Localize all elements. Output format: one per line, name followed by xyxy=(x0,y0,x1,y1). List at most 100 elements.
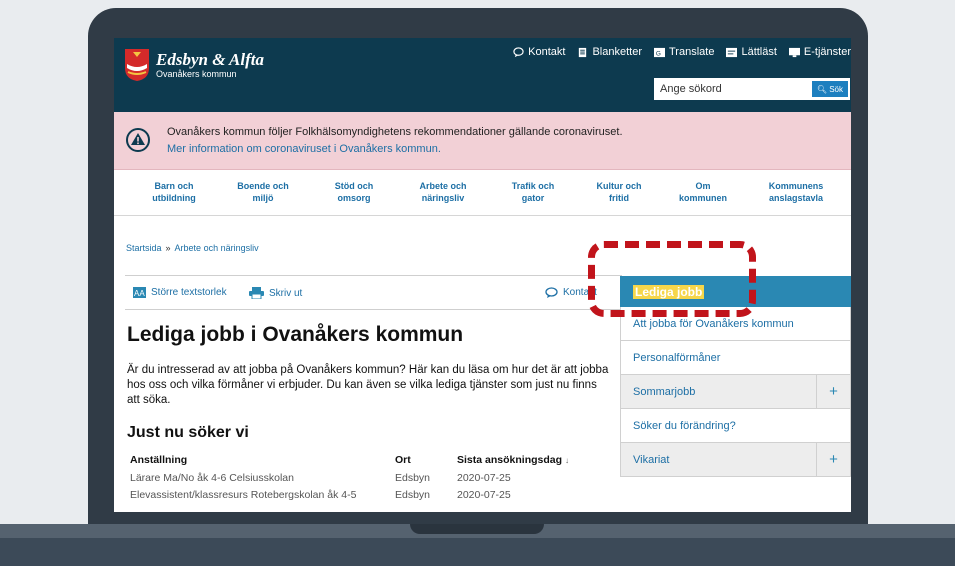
nav-line: gator xyxy=(521,193,545,203)
breadcrumb-current[interactable]: Arbete och näringsliv xyxy=(175,243,259,253)
job-title-cell[interactable]: Elevassistent/klassresurs Rotebergskolan… xyxy=(127,486,392,503)
job-location-cell: Edsbyn xyxy=(395,489,431,501)
contact-button[interactable]: Kontakt xyxy=(545,287,597,298)
printer-icon xyxy=(249,287,264,299)
logo-subtitle: Ovanåkers kommun xyxy=(156,69,237,79)
side-item-att-jobba[interactable]: Att jobba för Ovanåkers kommun xyxy=(620,307,851,341)
column-header-label: Sista ansökningsdag xyxy=(457,454,563,466)
chat-bubble-icon xyxy=(545,287,558,298)
nav-line: kommunen xyxy=(678,193,728,203)
column-header-sista-ansokningsdag[interactable]: Sista ansökningsdag ↓ xyxy=(454,452,607,469)
site-logo[interactable]: Edsbyn & Alfta Ovanåkers kommun xyxy=(124,48,264,82)
top-link-label: Kontakt xyxy=(528,46,566,58)
laptop-notch xyxy=(410,524,544,534)
corona-alert: Ovanåkers kommun följer Folkhälsomyndigh… xyxy=(114,112,851,170)
top-link-blanketter[interactable]: Blanketter xyxy=(577,46,642,58)
nav-stod-och-omsorg[interactable]: Stöd och omsorg xyxy=(335,180,374,204)
job-title-cell[interactable]: Lärare Ma/No åk 4-6 Celsiusskolan xyxy=(127,469,392,486)
side-item-lediga-jobb[interactable]: Lediga jobb xyxy=(620,276,851,307)
nav-trafik-och-gator[interactable]: Trafik och gator xyxy=(512,180,555,204)
print-button[interactable]: Skriv ut xyxy=(249,287,302,299)
svg-text:AA: AA xyxy=(134,289,145,298)
contact-label: Kontakt xyxy=(563,287,597,298)
job-location-cell: Edsbyn xyxy=(395,472,431,484)
intro-text: Är du intresserad av att jobba på Ovanåk… xyxy=(127,364,609,406)
jobs-table: Anställning Ort Sista ansökningsdag ↓ Lä… xyxy=(127,452,607,503)
larger-text-button[interactable]: AA Större textstorlek xyxy=(133,287,227,298)
side-item-label: Personalförmåner xyxy=(633,351,721,364)
side-item-label: Att jobba för Ovanåkers kommun xyxy=(633,317,794,330)
nav-barn-och-utbildning[interactable]: Barn och utbildning xyxy=(152,180,195,204)
side-menu: Lediga jobb Att jobba för Ovanåkers komm… xyxy=(620,276,851,477)
site-header: Edsbyn & Alfta Ovanåkers kommun Kontakt … xyxy=(114,38,851,112)
top-links: Kontakt Blanketter G Translate Lättläst … xyxy=(513,46,851,58)
top-link-label: Translate xyxy=(669,46,715,58)
warning-icon xyxy=(126,128,150,152)
nav-line: miljö xyxy=(252,193,274,203)
nav-line: Kommunens xyxy=(768,181,824,191)
breadcrumb-separator: » xyxy=(165,243,171,253)
side-item-vikariat[interactable]: Vikariat + xyxy=(620,443,851,477)
expand-plus-icon[interactable]: + xyxy=(816,375,850,408)
expand-plus-icon[interactable]: + xyxy=(816,443,850,476)
search-box: 🔍︎ Sök xyxy=(654,78,850,100)
svg-text:G: G xyxy=(656,50,661,57)
nav-line: Arbete och xyxy=(419,181,467,191)
side-item-personalformaner[interactable]: Personalförmåner xyxy=(620,341,851,375)
search-button-label: Sök xyxy=(829,84,843,94)
top-link-lattlast[interactable]: Lättläst xyxy=(726,46,777,58)
table-row[interactable]: Lärare Ma/No åk 4-6 Celsiusskolan Edsbyn… xyxy=(127,469,607,486)
page-tools: AA Större textstorlek Skriv ut Kontakt xyxy=(125,275,622,310)
nav-arbete-och-naringsliv[interactable]: Arbete och näringsliv xyxy=(419,180,466,204)
nav-line: näringsliv xyxy=(421,193,465,203)
nav-line: Stöd och xyxy=(334,181,374,191)
top-link-label: Lättläst xyxy=(741,46,777,58)
nav-line: Trafik och xyxy=(511,181,555,191)
breadcrumb: Startsida» Arbete och näringsliv xyxy=(126,243,259,253)
search-input[interactable] xyxy=(654,78,804,100)
alert-link[interactable]: Mer information om coronaviruset i Ovanå… xyxy=(167,143,441,155)
larger-text-label: Större textstorlek xyxy=(151,287,227,298)
document-icon xyxy=(579,47,587,57)
top-link-label: E-tjänster xyxy=(803,46,851,58)
nav-line: omsorg xyxy=(337,193,371,203)
nav-kommunens-anslagstavla[interactable]: Kommunens anslagstavla xyxy=(769,180,824,204)
nav-line: fritid xyxy=(609,193,629,203)
side-item-sommarjobb[interactable]: Sommarjobb + xyxy=(620,375,851,409)
nav-boende-och-miljo[interactable]: Boende och miljö xyxy=(237,180,289,204)
column-header-ort[interactable]: Ort xyxy=(392,452,454,469)
logo-name: Edsbyn & Alfta xyxy=(156,50,264,69)
top-link-translate[interactable]: G Translate xyxy=(654,46,714,58)
top-link-kontakt[interactable]: Kontakt xyxy=(513,46,565,58)
text-size-icon: AA xyxy=(133,287,146,298)
side-item-soker-du-forandring[interactable]: Söker du förändring? xyxy=(620,409,851,443)
nav-line: anslagstavla xyxy=(768,193,824,203)
coat-of-arms-icon xyxy=(125,49,149,81)
side-item-label: Sommarjobb xyxy=(633,385,696,398)
alert-text: Ovanåkers kommun följer Folkhälsomyndigh… xyxy=(167,126,623,138)
page-title: Lediga jobb i Ovanåkers kommun xyxy=(127,323,464,346)
easy-read-icon xyxy=(726,47,738,57)
nav-line: Barn och xyxy=(154,181,194,191)
nav-om-kommunen[interactable]: Om kommunen xyxy=(679,180,727,204)
column-header-anstallning[interactable]: Anställning xyxy=(127,452,392,469)
top-link-etjanster[interactable]: E-tjänster xyxy=(788,46,851,58)
nav-line: utbildning xyxy=(152,193,196,203)
job-deadline-cell: 2020-07-25 xyxy=(457,472,511,484)
jobs-subheading: Just nu söker vi xyxy=(127,424,249,441)
sort-arrow-icon: ↓ xyxy=(564,456,569,465)
breadcrumb-home[interactable]: Startsida xyxy=(126,243,162,253)
chat-bubble-icon xyxy=(513,46,524,57)
nav-kultur-och-fritid[interactable]: Kultur och fritid xyxy=(597,180,642,204)
print-label: Skriv ut xyxy=(269,287,303,299)
nav-line: Boende och xyxy=(237,181,289,191)
table-row[interactable]: Elevassistent/klassresurs Rotebergskolan… xyxy=(127,486,607,503)
nav-line: Kultur och xyxy=(596,181,642,191)
main-navigation: Barn och utbildning Boende och miljö Stöd … xyxy=(114,170,851,216)
side-item-label: Vikariat xyxy=(633,453,670,466)
search-button[interactable]: 🔍︎ Sök xyxy=(811,81,848,97)
monitor-icon xyxy=(788,47,800,57)
browser-screen: Edsbyn & Alfta Ovanåkers kommun Kontakt … xyxy=(114,38,851,512)
top-link-label: Blanketter xyxy=(592,46,642,58)
side-item-label: Lediga jobb xyxy=(633,284,705,299)
